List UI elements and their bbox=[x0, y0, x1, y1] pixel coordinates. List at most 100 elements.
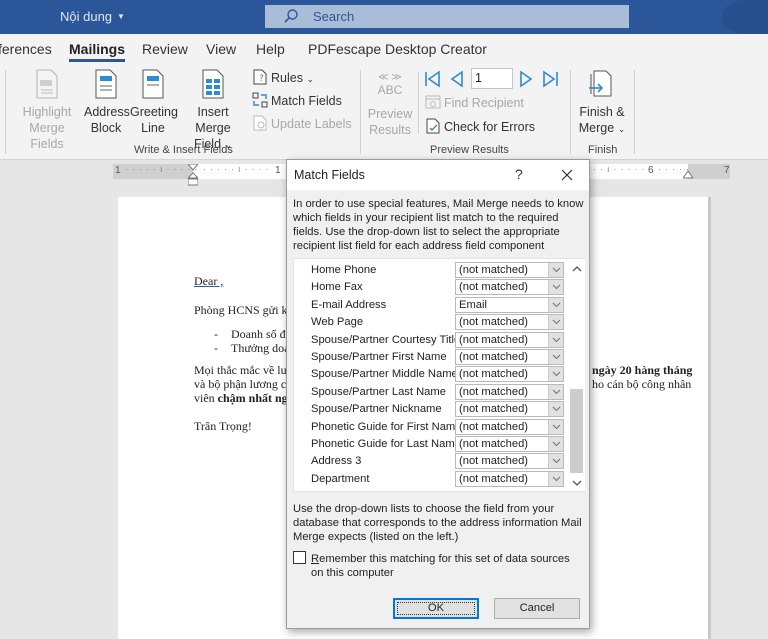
title-bar: Nội dung ▼ Search bbox=[0, 0, 768, 34]
highlight-merge-fields-button[interactable]: Highlight Merge Fields bbox=[12, 68, 82, 152]
dropdown-button[interactable] bbox=[548, 437, 563, 451]
chevron-down-icon bbox=[552, 354, 561, 360]
dropdown-button[interactable] bbox=[548, 384, 563, 399]
scroll-down-icon[interactable] bbox=[572, 479, 582, 487]
preview-results-label-1: Preview bbox=[367, 107, 413, 121]
field-select-dropdown[interactable]: (not matched) bbox=[455, 279, 564, 296]
dropdown-button[interactable] bbox=[548, 454, 563, 469]
field-select-dropdown[interactable]: (not matched) bbox=[455, 314, 564, 331]
greeting-line-icon bbox=[142, 69, 164, 99]
account-area[interactable] bbox=[722, 0, 768, 34]
field-select-dropdown[interactable]: (not matched) bbox=[455, 418, 564, 435]
address-block-button[interactable]: Address Block bbox=[84, 68, 130, 136]
chevron-down-icon bbox=[552, 319, 561, 325]
highlight-label-2: Merge Fields bbox=[29, 121, 65, 151]
field-select-dropdown[interactable]: (not matched) bbox=[455, 453, 564, 470]
bullet-item: Doanh số đ bbox=[231, 327, 286, 341]
field-select-dropdown[interactable]: (not matched) bbox=[455, 331, 564, 348]
closing-line: Trân Trọng! bbox=[194, 419, 252, 433]
field-select-dropdown[interactable]: (not matched) bbox=[455, 383, 564, 400]
field-mapping-row: Spouse/Partner First Name (not matched) bbox=[294, 349, 564, 366]
right-indent-marker-icon[interactable] bbox=[683, 170, 693, 180]
ok-button[interactable]: OK bbox=[393, 598, 479, 619]
chevron-down-icon bbox=[552, 267, 561, 273]
dropdown-button[interactable] bbox=[548, 402, 563, 417]
dropdown-button[interactable] bbox=[548, 419, 563, 434]
next-record-icon[interactable] bbox=[517, 70, 535, 88]
field-select-value: (not matched) bbox=[459, 281, 529, 294]
field-select-dropdown[interactable]: (not matched) bbox=[455, 349, 564, 365]
greeting-line-button[interactable]: Greeting Line bbox=[130, 68, 178, 136]
indent-marker-icon[interactable] bbox=[188, 164, 198, 186]
separator bbox=[418, 72, 419, 134]
field-select-dropdown[interactable]: (not matched) bbox=[455, 470, 564, 487]
tab-pdfescape[interactable]: PDFescape Desktop Creator bbox=[308, 41, 487, 57]
tab-mailings[interactable]: Mailings bbox=[69, 41, 126, 62]
highlight-label-1: Highlight bbox=[22, 105, 72, 119]
help-button[interactable]: ? bbox=[515, 166, 523, 182]
cancel-button[interactable]: Cancel bbox=[494, 598, 580, 619]
record-number-input[interactable]: 1 bbox=[471, 68, 513, 89]
dropdown-button[interactable] bbox=[548, 471, 563, 486]
field-mapping-row: Phonetic Guide for First Name (not matche… bbox=[294, 418, 564, 436]
remember-matching-label[interactable]: Remember this matching for this set of d… bbox=[311, 552, 579, 580]
dialog-title-bar[interactable]: Match Fields ? bbox=[287, 160, 589, 190]
doc-paragraph-line: và bộ phận lương c bbox=[194, 377, 287, 391]
dropdown-button[interactable] bbox=[548, 297, 563, 312]
preview-results-button[interactable]: ≪ ≫ ABC Preview Results bbox=[366, 72, 414, 138]
chevron-down-icon: ▼ bbox=[117, 12, 125, 21]
finish-merge-button[interactable]: Finish & Merge ⌄ bbox=[576, 68, 628, 137]
document-title-dropdown[interactable]: Nội dung ▼ bbox=[60, 9, 125, 24]
find-recipient-button[interactable]: Find Recipient bbox=[425, 94, 524, 112]
remember-matching-checkbox[interactable] bbox=[293, 551, 306, 564]
chevron-down-icon bbox=[552, 424, 561, 429]
doc-paragraph-bold: ngày 20 hàng tháng bbox=[592, 363, 693, 377]
check-for-errors-button[interactable]: Check for Errors bbox=[425, 118, 535, 136]
chevron-down-icon bbox=[552, 372, 561, 377]
dropdown-button[interactable] bbox=[548, 315, 563, 330]
field-select-dropdown[interactable]: (not matched) bbox=[455, 401, 564, 418]
last-record-icon[interactable] bbox=[541, 70, 559, 88]
tab-help[interactable]: Help bbox=[256, 41, 285, 57]
field-mapping-row: Phonetic Guide for Last Name (not matched… bbox=[294, 436, 564, 453]
doc-paragraph-line: Mọi thắc mắc về lư bbox=[194, 363, 288, 377]
field-select-value: (not matched) bbox=[459, 472, 529, 485]
bullet-marker: - bbox=[214, 341, 218, 355]
previous-record-icon[interactable] bbox=[448, 70, 466, 88]
update-labels-button[interactable]: Update Labels bbox=[252, 115, 352, 133]
scrollbar-thumb[interactable] bbox=[570, 389, 583, 473]
insert-merge-field-button[interactable]: Insert Merge Field ⌄ bbox=[179, 68, 247, 153]
ruler-label: 7 bbox=[724, 165, 730, 176]
dropdown-button[interactable] bbox=[548, 350, 563, 364]
field-select-dropdown[interactable]: (not matched) bbox=[455, 436, 564, 452]
field-select-dropdown[interactable]: (not matched) bbox=[455, 366, 564, 383]
tab-references[interactable]: ferences bbox=[0, 41, 52, 57]
dropdown-button[interactable] bbox=[548, 263, 563, 277]
match-fields-button[interactable]: Match Fields bbox=[252, 92, 342, 110]
dropdown-button[interactable] bbox=[548, 367, 563, 382]
scroll-up-icon[interactable] bbox=[572, 265, 582, 273]
field-select-dropdown[interactable]: (not matched) bbox=[455, 262, 564, 278]
greeting-merge-field[interactable]: Dear , bbox=[194, 274, 223, 289]
dialog-title: Match Fields bbox=[294, 168, 365, 182]
tab-view[interactable]: View bbox=[206, 41, 236, 57]
rules-button[interactable]: ? Rules ⌄ bbox=[252, 69, 314, 87]
first-record-icon[interactable] bbox=[424, 70, 442, 88]
field-select-dropdown[interactable]: Email bbox=[455, 296, 564, 313]
greeting-line-label-2: Line bbox=[141, 121, 165, 135]
dropdown-button[interactable] bbox=[548, 280, 563, 295]
document-title: Nội dung bbox=[60, 9, 113, 24]
list-scrollbar[interactable] bbox=[568, 259, 585, 491]
preview-chevrons: ≪ ≫ bbox=[378, 72, 402, 83]
field-mapping-row: Spouse/Partner Courtesy Title (not matche… bbox=[294, 331, 564, 349]
field-mapping-row: Address 3 (not matched) bbox=[294, 453, 564, 470]
accelerator-letter: R bbox=[311, 553, 320, 565]
field-mapping-list: Home Phone (not matched) Home Fax (not matc… bbox=[293, 258, 585, 492]
tab-review[interactable]: Review bbox=[142, 41, 188, 57]
chevron-down-icon: ⌄ bbox=[617, 124, 626, 134]
close-icon[interactable] bbox=[557, 165, 577, 185]
field-mapping-row: Spouse/Partner Middle Name (not matched) bbox=[294, 366, 564, 383]
dropdown-button[interactable] bbox=[548, 332, 563, 347]
finish-group-label: Finish bbox=[588, 144, 618, 156]
search-box[interactable]: Search bbox=[265, 5, 629, 28]
